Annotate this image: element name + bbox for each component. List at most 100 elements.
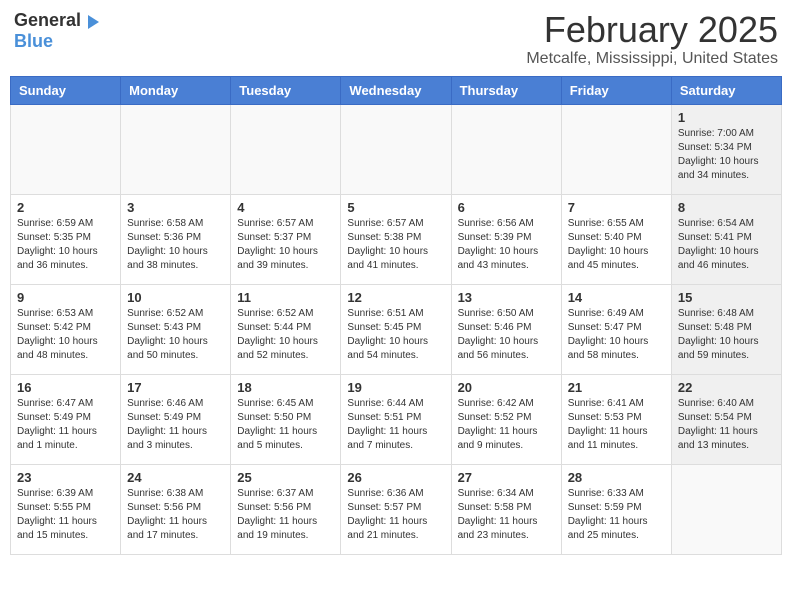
title-area: February 2025 Metcalfe, Mississippi, Uni… [526, 10, 778, 68]
day-number: 9 [17, 290, 114, 305]
day-info: Sunrise: 6:42 AM Sunset: 5:52 PM Dayligh… [458, 397, 555, 453]
calendar-day-cell [561, 104, 671, 194]
calendar-week-row: 9 Sunrise: 6:53 AM Sunset: 5:42 PM Daylig… [11, 284, 782, 374]
day-number: 10 [127, 290, 224, 305]
calendar-day-cell: 26 Sunrise: 6:36 AM Sunset: 5:57 PM Dayli… [341, 464, 451, 554]
calendar-day-cell: 9 Sunrise: 6:53 AM Sunset: 5:42 PM Daylig… [11, 284, 121, 374]
calendar-day-cell [121, 104, 231, 194]
calendar-day-cell: 23 Sunrise: 6:39 AM Sunset: 5:55 PM Dayli… [11, 464, 121, 554]
day-number: 1 [678, 110, 775, 125]
day-info: Sunrise: 6:39 AM Sunset: 5:55 PM Dayligh… [17, 487, 114, 543]
weekday-header-sunday: Sunday [11, 76, 121, 104]
day-info: Sunrise: 6:52 AM Sunset: 5:43 PM Dayligh… [127, 307, 224, 363]
day-number: 16 [17, 380, 114, 395]
calendar-day-cell: 7 Sunrise: 6:55 AM Sunset: 5:40 PM Daylig… [561, 194, 671, 284]
day-info: Sunrise: 6:34 AM Sunset: 5:58 PM Dayligh… [458, 487, 555, 543]
day-info: Sunrise: 6:51 AM Sunset: 5:45 PM Dayligh… [347, 307, 444, 363]
day-number: 19 [347, 380, 444, 395]
calendar-day-cell: 10 Sunrise: 6:52 AM Sunset: 5:43 PM Dayli… [121, 284, 231, 374]
day-number: 20 [458, 380, 555, 395]
calendar-day-cell: 27 Sunrise: 6:34 AM Sunset: 5:58 PM Dayli… [451, 464, 561, 554]
calendar-day-cell: 24Sunrise: 6:38 AM Sunset: 5:56 PM Dayli… [121, 464, 231, 554]
day-number: 26 [347, 470, 444, 485]
day-info: Sunrise: 6:45 AM Sunset: 5:50 PM Dayligh… [237, 397, 334, 453]
day-number: 21 [568, 380, 665, 395]
day-info: Sunrise: 6:41 AM Sunset: 5:53 PM Dayligh… [568, 397, 665, 453]
day-info: Sunrise: 6:37 AM Sunset: 5:56 PM Dayligh… [237, 487, 334, 543]
weekday-header-wednesday: Wednesday [341, 76, 451, 104]
calendar-day-cell: 6Sunrise: 6:56 AM Sunset: 5:39 PM Daylig… [451, 194, 561, 284]
page-header: General Blue February 2025 Metcalfe, Mis… [10, 10, 782, 68]
calendar-day-cell: 15Sunrise: 6:48 AM Sunset: 5:48 PM Dayli… [671, 284, 781, 374]
calendar-day-cell: 25 Sunrise: 6:37 AM Sunset: 5:56 PM Dayli… [231, 464, 341, 554]
calendar-day-cell: 14Sunrise: 6:49 AM Sunset: 5:47 PM Dayli… [561, 284, 671, 374]
logo: General Blue [14, 10, 101, 52]
weekday-header-friday: Friday [561, 76, 671, 104]
day-number: 28 [568, 470, 665, 485]
day-info: Sunrise: 6:46 AM Sunset: 5:49 PM Dayligh… [127, 397, 224, 453]
calendar-day-cell [231, 104, 341, 194]
day-number: 3 [127, 200, 224, 215]
day-info: Sunrise: 6:55 AM Sunset: 5:40 PM Dayligh… [568, 217, 665, 273]
day-info: Sunrise: 6:53 AM Sunset: 5:42 PM Dayligh… [17, 307, 114, 363]
day-number: 14 [568, 290, 665, 305]
day-info: Sunrise: 6:44 AM Sunset: 5:51 PM Dayligh… [347, 397, 444, 453]
day-number: 7 [568, 200, 665, 215]
day-number: 4 [237, 200, 334, 215]
logo-blue-text: Blue [14, 31, 53, 52]
day-info: Sunrise: 6:54 AM Sunset: 5:41 PM Dayligh… [678, 217, 775, 273]
day-info: Sunrise: 6:57 AM Sunset: 5:37 PM Dayligh… [237, 217, 334, 273]
calendar-day-cell: 18 Sunrise: 6:45 AM Sunset: 5:50 PM Dayli… [231, 374, 341, 464]
calendar-day-cell [451, 104, 561, 194]
calendar-day-cell: 16Sunrise: 6:47 AM Sunset: 5:49 PM Dayli… [11, 374, 121, 464]
day-number: 27 [458, 470, 555, 485]
day-number: 11 [237, 290, 334, 305]
day-info: Sunrise: 6:58 AM Sunset: 5:36 PM Dayligh… [127, 217, 224, 273]
calendar-day-cell: 13Sunrise: 6:50 AM Sunset: 5:46 PM Dayli… [451, 284, 561, 374]
calendar-day-cell [11, 104, 121, 194]
day-info: Sunrise: 6:52 AM Sunset: 5:44 PM Dayligh… [237, 307, 334, 363]
calendar-day-cell: 28 Sunrise: 6:33 AM Sunset: 5:59 PM Dayli… [561, 464, 671, 554]
calendar-day-cell: 22Sunrise: 6:40 AM Sunset: 5:54 PM Dayli… [671, 374, 781, 464]
calendar-day-cell: 17 Sunrise: 6:46 AM Sunset: 5:49 PM Dayli… [121, 374, 231, 464]
day-number: 25 [237, 470, 334, 485]
calendar-day-cell: 5 Sunrise: 6:57 AM Sunset: 5:38 PM Daylig… [341, 194, 451, 284]
day-number: 23 [17, 470, 114, 485]
calendar-day-cell [341, 104, 451, 194]
logo-icon [83, 13, 101, 31]
day-info: Sunrise: 6:36 AM Sunset: 5:57 PM Dayligh… [347, 487, 444, 543]
day-number: 22 [678, 380, 775, 395]
calendar-table: SundayMondayTuesdayWednesdayThursdayFrid… [10, 76, 782, 555]
calendar-day-cell: 21 Sunrise: 6:41 AM Sunset: 5:53 PM Dayli… [561, 374, 671, 464]
day-number: 17 [127, 380, 224, 395]
location-title: Metcalfe, Mississippi, United States [526, 50, 778, 68]
calendar-day-cell: 2 Sunrise: 6:59 AM Sunset: 5:35 PM Daylig… [11, 194, 121, 284]
day-number: 6 [458, 200, 555, 215]
day-number: 5 [347, 200, 444, 215]
day-number: 8 [678, 200, 775, 215]
calendar-day-cell [671, 464, 781, 554]
month-title: February 2025 [526, 10, 778, 50]
day-number: 2 [17, 200, 114, 215]
calendar-day-cell: 11 Sunrise: 6:52 AM Sunset: 5:44 PM Dayli… [231, 284, 341, 374]
calendar-day-cell: 19 Sunrise: 6:44 AM Sunset: 5:51 PM Dayli… [341, 374, 451, 464]
day-number: 15 [678, 290, 775, 305]
weekday-header-tuesday: Tuesday [231, 76, 341, 104]
calendar-day-cell: 4 Sunrise: 6:57 AM Sunset: 5:37 PM Daylig… [231, 194, 341, 284]
calendar-week-row: 1 Sunrise: 7:00 AM Sunset: 5:34 PM Daylig… [11, 104, 782, 194]
calendar-week-row: 23 Sunrise: 6:39 AM Sunset: 5:55 PM Dayli… [11, 464, 782, 554]
day-info: Sunrise: 6:57 AM Sunset: 5:38 PM Dayligh… [347, 217, 444, 273]
weekday-header-thursday: Thursday [451, 76, 561, 104]
calendar-day-cell: 12 Sunrise: 6:51 AM Sunset: 5:45 PM Dayli… [341, 284, 451, 374]
calendar-header-row: SundayMondayTuesdayWednesdayThursdayFrid… [11, 76, 782, 104]
day-number: 18 [237, 380, 334, 395]
calendar-day-cell: 8 Sunrise: 6:54 AM Sunset: 5:41 PM Daylig… [671, 194, 781, 284]
day-info: Sunrise: 6:50 AM Sunset: 5:46 PM Dayligh… [458, 307, 555, 363]
day-info: Sunrise: 6:33 AM Sunset: 5:59 PM Dayligh… [568, 487, 665, 543]
day-number: 12 [347, 290, 444, 305]
weekday-header-saturday: Saturday [671, 76, 781, 104]
day-info: Sunrise: 7:00 AM Sunset: 5:34 PM Dayligh… [678, 127, 775, 183]
day-info: Sunrise: 6:59 AM Sunset: 5:35 PM Dayligh… [17, 217, 114, 273]
day-info: Sunrise: 6:38 AM Sunset: 5:56 PM Dayligh… [127, 487, 224, 543]
weekday-header-monday: Monday [121, 76, 231, 104]
